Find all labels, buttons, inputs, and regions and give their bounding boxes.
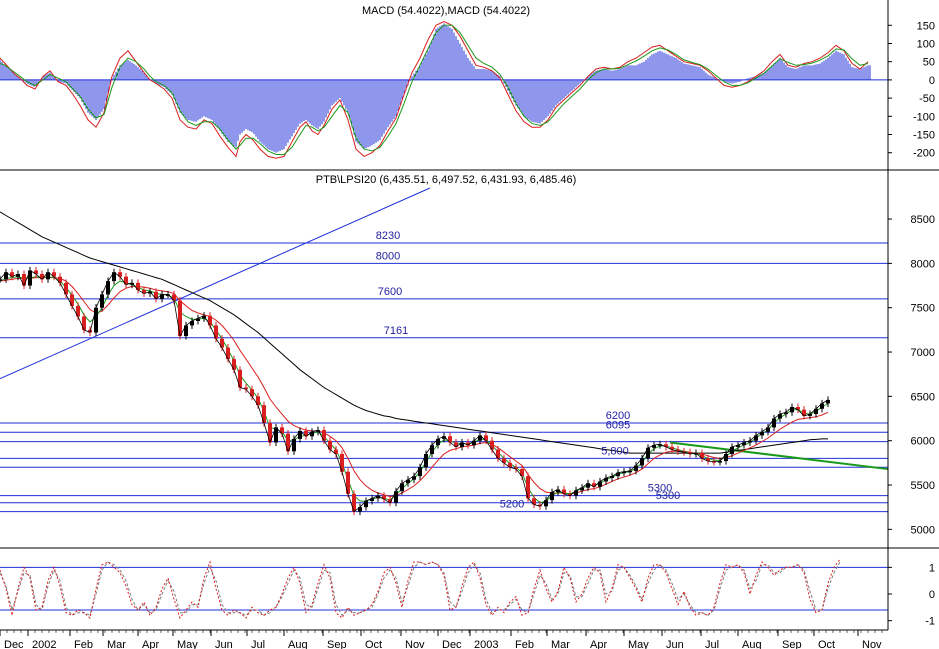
macd-y-tick-label: -200: [913, 148, 935, 160]
macd-title: MACD (54.4022),MACD (54.4022): [362, 5, 530, 17]
stochastic-y-tick-label: 0: [929, 589, 935, 601]
stochastic-y-tick-label: -1: [925, 616, 935, 628]
x-axis-label: Mar: [551, 639, 570, 649]
x-axis-label: Aug: [742, 639, 762, 649]
price-bar-body: [184, 325, 188, 337]
price-bar-body: [352, 493, 356, 512]
macd-y-tick-label: 100: [917, 38, 935, 50]
x-axis-label: Feb: [74, 639, 93, 649]
macd-y-tick-label: -100: [913, 111, 935, 123]
x-axis-label: Nov: [862, 639, 882, 649]
price-y-tick-label: 5000: [911, 524, 935, 536]
price-level-label: 5,800: [601, 445, 629, 457]
price-bar-body: [82, 316, 86, 330]
price-bar-body: [232, 359, 236, 370]
x-axis-label: Aug: [288, 639, 308, 649]
price-level-label: 7600: [378, 286, 402, 298]
price-bar-body: [226, 347, 230, 360]
price-bar-body: [400, 483, 404, 492]
macd-y-tick-label: 150: [917, 20, 935, 32]
price-level-label: 8000: [376, 250, 400, 262]
price-bar-body: [292, 438, 296, 452]
x-axis-label: Dec: [4, 639, 24, 649]
price-bar-body: [28, 270, 32, 286]
price-bar-body: [94, 307, 98, 333]
x-axis-label: Jul: [251, 639, 265, 649]
price-bar-body: [256, 396, 260, 406]
x-axis-label: Feb: [515, 639, 534, 649]
price-level-label: 7161: [384, 325, 408, 337]
price-bar-body: [526, 476, 530, 499]
price-bar-body: [70, 294, 74, 306]
price-bar-body: [646, 447, 650, 459]
price-y-tick-label: 8500: [911, 214, 935, 226]
price-bar-body: [238, 369, 242, 388]
price-bar-body: [22, 274, 26, 286]
price-bar-body: [64, 282, 68, 295]
price-bar-body: [418, 467, 422, 477]
price-bar-body: [772, 418, 776, 428]
price-bar-body: [208, 315, 212, 326]
price-bar-body: [322, 430, 326, 441]
stochastic-y-tick-label: 1: [929, 562, 935, 574]
price-y-tick-label: 7500: [911, 303, 935, 315]
price-level-label: 5300: [656, 490, 680, 502]
x-axis-label: Nov: [405, 639, 425, 649]
x-axis-label: 2002: [32, 639, 56, 649]
price-bar-body: [220, 338, 224, 348]
x-axis-label: Jun: [666, 639, 684, 649]
x-axis-label: Oct: [365, 639, 382, 649]
price-bar-body: [76, 305, 80, 317]
macd-y-tick-label: 50: [923, 57, 935, 69]
x-axis-label: Sep: [327, 639, 347, 649]
price-level-label: 8230: [376, 230, 400, 242]
macd-y-tick-label: 0: [929, 75, 935, 87]
price-bar-body: [106, 281, 110, 295]
x-axis-label: 2003: [474, 639, 498, 649]
price-bar-body: [178, 300, 182, 337]
price-bar-body: [274, 427, 278, 443]
price-level-label: 6095: [606, 419, 630, 431]
stock-chart: MACD (54.4022),MACD (54.4022) 150 100 50 0 -…: [0, 0, 939, 649]
price-bar-body: [394, 491, 398, 503]
price-bar-body: [346, 471, 350, 494]
price-title: PTB\LPSI20 (6,435.51, 6,497.52, 6,431.93…: [316, 174, 577, 186]
x-axis-label: Mar: [107, 639, 126, 649]
price-y-tick-label: 7000: [911, 347, 935, 359]
x-axis-label: Oct: [818, 639, 835, 649]
price-bar-body: [262, 405, 266, 423]
price-y-tick-label: 6500: [911, 391, 935, 403]
chart-background: [0, 0, 939, 649]
price-bar-body: [424, 453, 428, 468]
price-level-label: 5200: [500, 499, 524, 511]
price-bar-body: [496, 449, 500, 459]
price-bar-body: [100, 294, 104, 308]
macd-y-tick-label: -50: [919, 93, 935, 105]
x-axis-label: May: [628, 639, 649, 649]
price-bar-body: [124, 276, 128, 285]
x-axis-label: Apr: [142, 639, 159, 649]
price-bar-body: [214, 325, 218, 339]
price-y-tick-label: 5500: [911, 480, 935, 492]
price-bar-body: [340, 453, 344, 472]
price-bar-body: [430, 445, 434, 454]
x-axis-label: Jul: [705, 639, 719, 649]
x-axis-label: Jun: [215, 639, 233, 649]
x-axis-label: May: [177, 639, 198, 649]
price-y-tick-label: 8000: [911, 258, 935, 270]
x-axis-label: Dec: [442, 639, 462, 649]
price-y-tick-label: 6000: [911, 436, 935, 448]
x-axis-label: Sep: [782, 639, 802, 649]
macd-y-tick-label: -150: [913, 130, 935, 142]
x-axis-label: Apr: [590, 639, 607, 649]
